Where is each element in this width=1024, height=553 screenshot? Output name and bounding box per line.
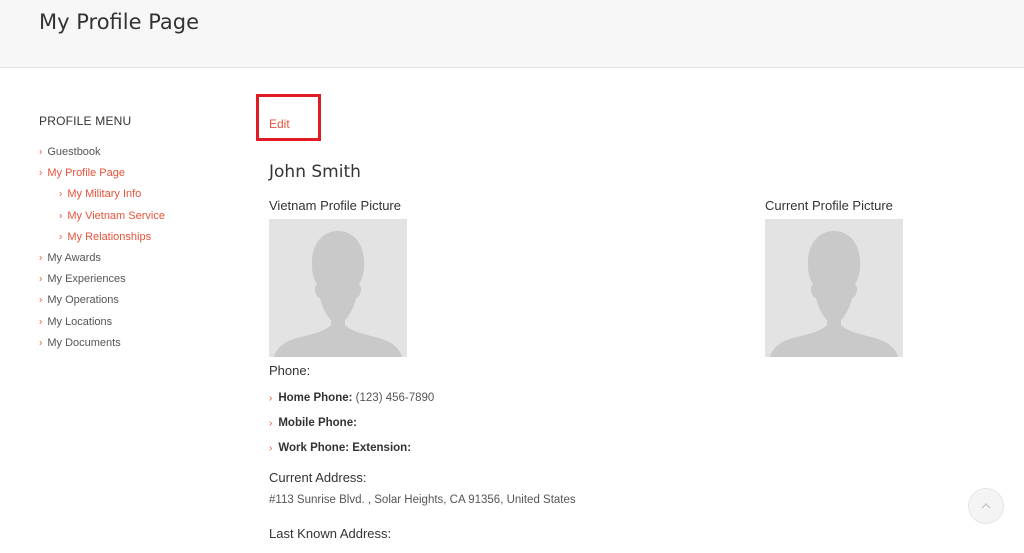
menu-item-label: My Relationships (67, 230, 152, 243)
menu-item-label: My Awards (47, 252, 101, 265)
menu-item-my-profile-page[interactable]: › My Profile Page (39, 163, 239, 184)
menu-item-my-military-info[interactable]: › My Military Info (39, 184, 239, 205)
chevron-right-icon: › (39, 316, 43, 328)
scroll-to-top-button[interactable] (968, 488, 1004, 524)
menu-item-guestbook[interactable]: › Guestbook (39, 142, 239, 163)
chevron-right-icon: › (269, 418, 273, 429)
phone-list: › Home Phone: (123) 456-7890 › Mobile Phon… (269, 386, 434, 461)
avatar-placeholder-icon (269, 219, 407, 357)
phone-section-label: Phone: (269, 363, 311, 378)
chevron-up-icon (981, 503, 991, 509)
menu-item-label: Guestbook (47, 146, 101, 158)
chevron-right-icon: › (39, 337, 43, 349)
work-phone-label: Work Phone: Extension: (278, 442, 412, 454)
chevron-right-icon: › (269, 393, 273, 404)
chevron-right-icon: › (59, 210, 63, 222)
menu-item-my-experiences[interactable]: › My Experiences (39, 269, 239, 290)
chevron-right-icon: › (59, 188, 63, 200)
current-picture-label: Current Profile Picture (765, 198, 893, 213)
home-phone-value: (123) 456-7890 (355, 392, 435, 404)
menu-item-my-relationships[interactable]: › My Relationships (39, 227, 239, 248)
vietnam-picture-label: Vietnam Profile Picture (269, 198, 401, 213)
last-known-address-label: Last Known Address: (269, 526, 392, 541)
home-phone-item: › Home Phone: (123) 456-7890 (269, 386, 434, 411)
chevron-right-icon: › (39, 167, 43, 179)
profile-menu: PROFILE MENU › Guestbook › My Profile Page… (39, 114, 239, 354)
menu-item-my-documents[interactable]: › My Documents (39, 333, 239, 354)
home-phone-label: Home Phone: (278, 392, 353, 404)
vietnam-profile-picture (269, 219, 407, 357)
page-title: My Profile Page (39, 10, 200, 34)
profile-menu-list: › Guestbook › My Profile Page › My Military… (39, 142, 239, 354)
menu-item-label: My Locations (47, 315, 113, 328)
profile-name: John Smith (269, 162, 361, 182)
chevron-right-icon: › (39, 273, 43, 285)
chevron-right-icon: › (39, 294, 43, 306)
current-address-label: Current Address: (269, 470, 367, 485)
menu-item-my-operations[interactable]: › My Operations (39, 290, 239, 311)
chevron-right-icon: › (269, 443, 273, 454)
menu-item-label: My Operations (47, 294, 119, 307)
menu-item-label: My Military Info (67, 188, 142, 201)
menu-item-my-locations[interactable]: › My Locations (39, 312, 239, 333)
menu-item-label: My Documents (47, 336, 121, 349)
chevron-right-icon: › (39, 146, 43, 158)
profile-menu-heading: PROFILE MENU (39, 114, 132, 128)
chevron-right-icon: › (59, 231, 63, 243)
mobile-phone-label: Mobile Phone: (278, 417, 357, 429)
mobile-phone-item: › Mobile Phone: (269, 411, 434, 436)
menu-item-my-vietnam-service[interactable]: › My Vietnam Service (39, 206, 239, 227)
chevron-right-icon: › (39, 252, 43, 264)
menu-item-label: My Experiences (47, 273, 126, 286)
avatar-placeholder-icon (765, 219, 903, 357)
menu-item-my-awards[interactable]: › My Awards (39, 248, 239, 269)
page-header: My Profile Page (0, 0, 1024, 68)
menu-item-label: My Profile Page (47, 167, 125, 180)
work-phone-item: › Work Phone: Extension: (269, 436, 434, 461)
menu-item-label: My Vietnam Service (67, 209, 165, 222)
edit-link[interactable]: Edit (269, 117, 290, 131)
current-address-value: #113 Sunrise Blvd. , Solar Heights, CA 9… (269, 494, 576, 506)
current-profile-picture (765, 219, 903, 357)
